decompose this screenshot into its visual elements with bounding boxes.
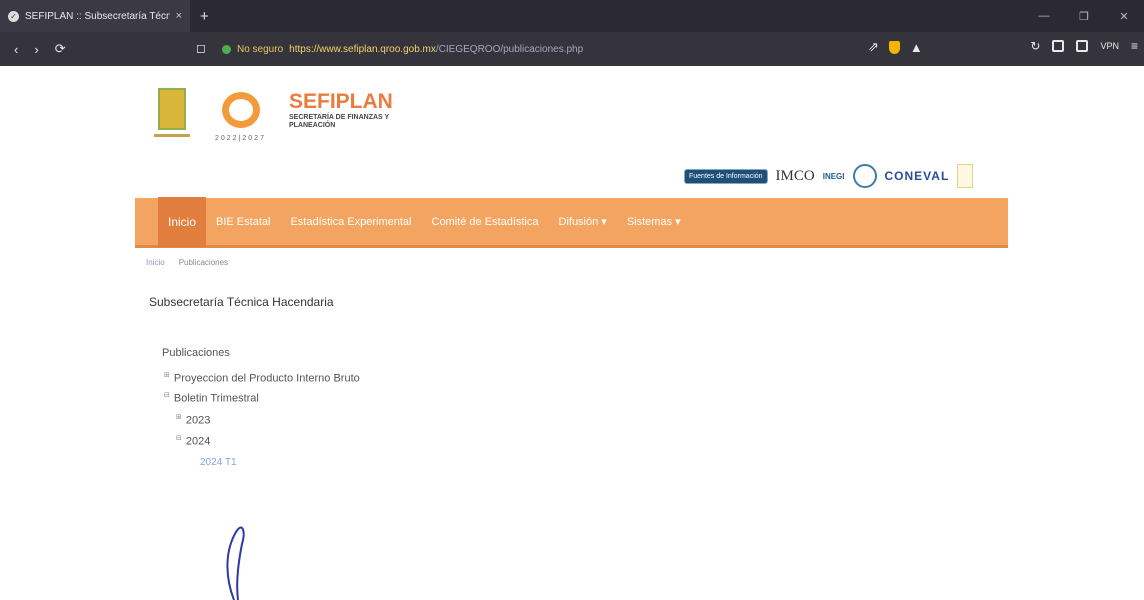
- window-controls: — ❐ ✕: [1024, 0, 1144, 32]
- close-window-icon[interactable]: ✕: [1104, 0, 1144, 32]
- quintana-roo-q-logo: [222, 92, 260, 128]
- nav-difusion[interactable]: Difusión ▾: [549, 197, 617, 247]
- back-icon[interactable]: ‹: [14, 42, 18, 57]
- share-icon[interactable]: ⇗: [868, 39, 879, 55]
- nav-inicio[interactable]: Inicio: [158, 196, 207, 247]
- state-logo-caption: [154, 134, 190, 137]
- minimize-icon[interactable]: —: [1024, 0, 1064, 32]
- reload-icon[interactable]: ⟳: [55, 41, 66, 57]
- brand-title: SEFIPLAN: [289, 90, 393, 113]
- security-status-icon: [222, 44, 231, 54]
- address-bar[interactable]: No seguro https://www.sefiplan.qroo.gob.…: [222, 39, 583, 59]
- browser-tab-bar: ✓ SEFIPLAN :: Subsecretaría Técni × +: [0, 0, 1144, 32]
- inegi-logo[interactable]: INEGI: [823, 172, 845, 181]
- forward-icon[interactable]: ›: [34, 42, 38, 57]
- tree-item-label[interactable]: Boletin Trimestral: [174, 393, 259, 405]
- nav-comite-estadistica[interactable]: Comité de Estadística: [422, 197, 549, 247]
- tree-item-boletin[interactable]: ⊟ Boletin Trimestral: [164, 391, 259, 405]
- breadcrumb-inicio[interactable]: Inicio: [146, 258, 165, 267]
- nav-estadistica-experimental[interactable]: Estadística Experimental: [280, 197, 421, 247]
- brave-shield-icon[interactable]: [888, 40, 900, 54]
- security-label: No seguro: [237, 43, 284, 55]
- tree-leaf-2024t1[interactable]: 2024 T1: [200, 457, 237, 468]
- url-host: https://www.sefiplan.qroo.gob.mx: [289, 43, 436, 55]
- sidebar-icon[interactable]: ↻: [1030, 39, 1040, 53]
- state-coat-of-arms-logo: [158, 88, 186, 130]
- breadcrumb-publicaciones: Publicaciones: [178, 258, 229, 267]
- tab-title: SEFIPLAN :: Subsecretaría Técni: [25, 10, 170, 22]
- url-path: /CIEGEQROO/publicaciones.php: [435, 43, 584, 55]
- tabs-icon[interactable]: [1076, 40, 1089, 52]
- expand-icon[interactable]: ⊞: [176, 414, 182, 421]
- tree-item-pib[interactable]: ⊞ Proyeccion del Producto Interno Bruto: [164, 371, 360, 385]
- fuentes-informacion-button[interactable]: Fuentes de Información: [684, 168, 768, 184]
- wallet-icon[interactable]: [1052, 40, 1065, 52]
- tree-root: Publicaciones: [162, 347, 230, 359]
- new-tab-button[interactable]: +: [200, 8, 209, 25]
- tree-item-label[interactable]: 2024: [186, 436, 210, 448]
- government-years: 2022|2027: [215, 135, 266, 142]
- address-bar-icons: ⇗ ▲: [868, 39, 923, 55]
- page-title: Subsecretaría Técnica Hacendaria: [149, 295, 334, 309]
- brand-subtitle: SECRETARÍA DE FINANZAS Y PLANEACIÓN: [289, 114, 390, 129]
- collapse-icon[interactable]: ⊟: [164, 392, 170, 399]
- tree-item-2024[interactable]: ⊟ 2024: [176, 434, 210, 448]
- rewards-icon[interactable]: ▲: [910, 40, 923, 55]
- site-favicon-icon: ✓: [8, 10, 19, 22]
- tree-item-2023[interactable]: ⊞ 2023: [176, 413, 210, 427]
- browser-tab[interactable]: ✓ SEFIPLAN :: Subsecretaría Técni ×: [0, 0, 190, 32]
- bookmark-icon[interactable]: ◻: [196, 41, 206, 55]
- restore-icon[interactable]: ❐: [1064, 0, 1104, 32]
- expand-icon[interactable]: ⊞: [164, 372, 170, 379]
- breadcrumb: Inicio Publicaciones: [146, 258, 228, 267]
- handwritten-pen-mark: [226, 526, 245, 600]
- nav-bie-estatal[interactable]: BIE Estatal: [206, 197, 280, 247]
- tab-close-icon[interactable]: ×: [176, 10, 182, 22]
- globe-logo-icon[interactable]: [852, 164, 877, 188]
- coneval-logo[interactable]: CONEVAL: [885, 169, 950, 183]
- browser-right-tools: ↻ VPN ≡: [1030, 39, 1138, 53]
- nav-sistemas[interactable]: Sistemas ▾: [617, 197, 691, 247]
- tree-item-label[interactable]: Proyeccion del Producto Interno Bruto: [174, 373, 360, 385]
- imco-logo[interactable]: IMCO: [776, 168, 815, 185]
- tree-item-label[interactable]: 2023: [186, 415, 210, 427]
- main-navigation: Inicio BIE Estatal Estadística Experimen…: [135, 196, 1008, 248]
- menu-icon[interactable]: ≡: [1131, 39, 1138, 53]
- collapse-icon[interactable]: ⊟: [176, 435, 182, 442]
- document-icon[interactable]: [957, 164, 974, 188]
- vpn-button[interactable]: VPN: [1100, 41, 1119, 51]
- partner-logos: Fuentes de Información IMCO INEGI CONEVA…: [684, 164, 974, 188]
- publication-link[interactable]: 2024 T1: [200, 457, 237, 468]
